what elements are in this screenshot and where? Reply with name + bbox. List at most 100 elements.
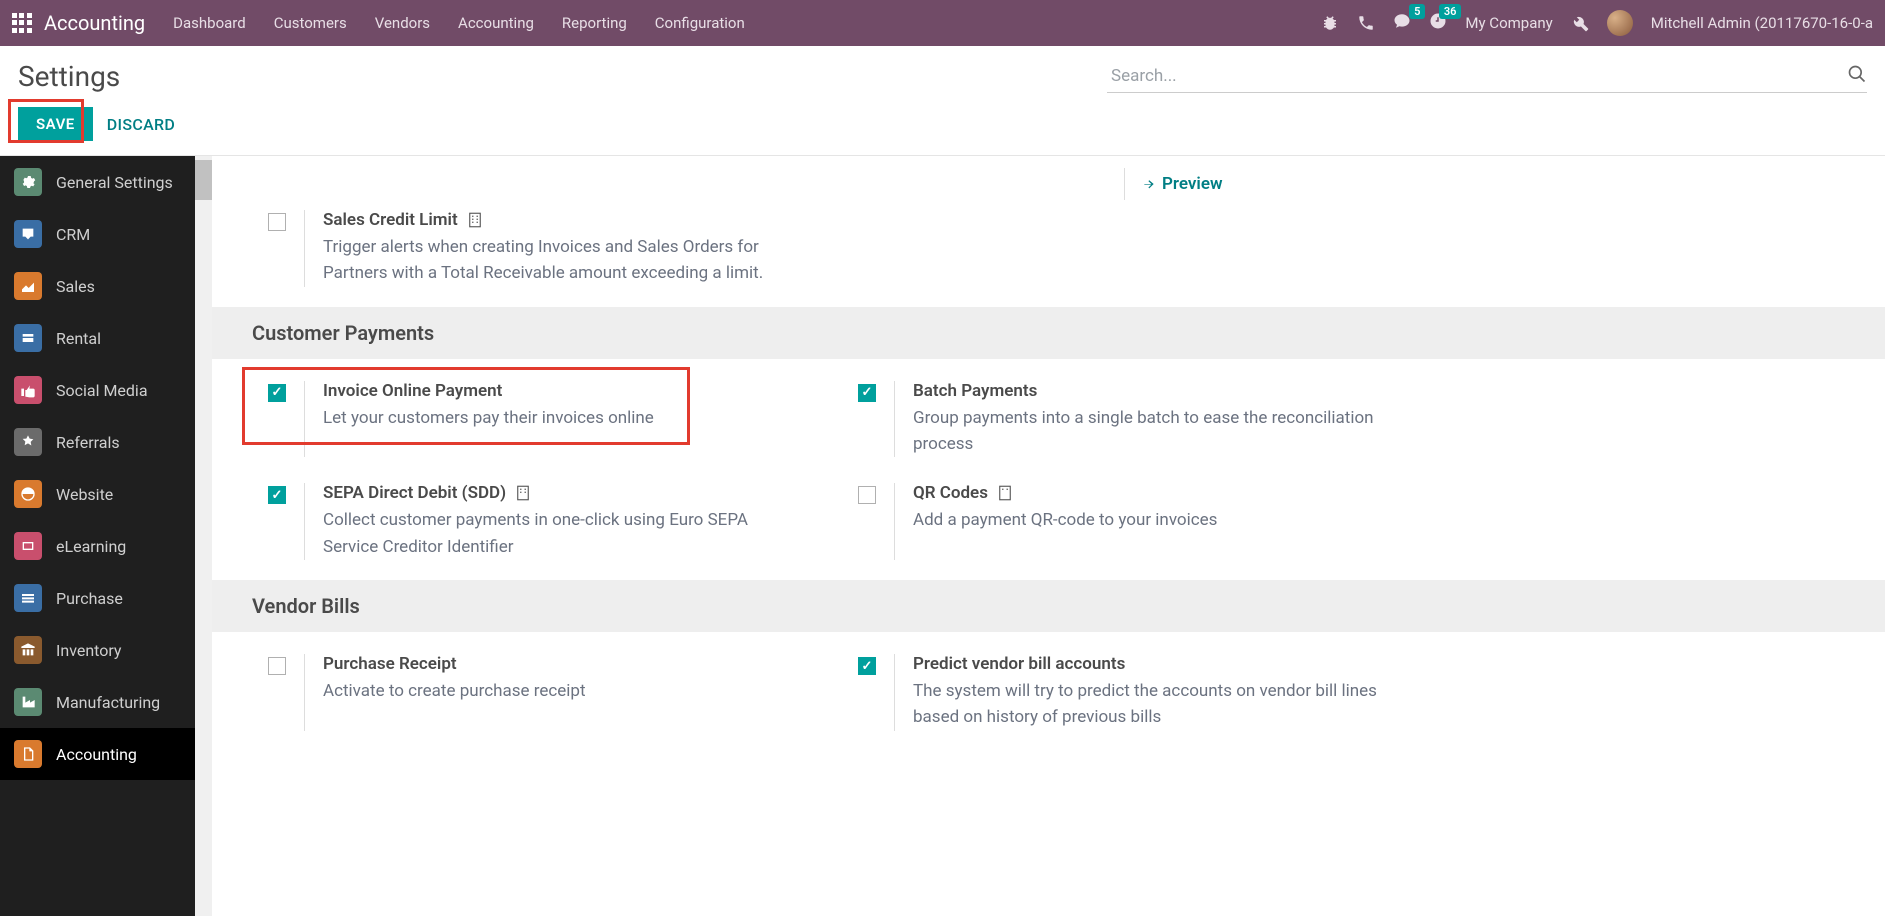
preview-label: Preview: [1162, 174, 1223, 194]
sidebar-item-label: eLearning: [56, 537, 126, 556]
menu-customers[interactable]: Customers: [274, 14, 347, 32]
phone-icon[interactable]: [1357, 14, 1375, 32]
setting-predict: Predict vendor bill accounts The system …: [858, 654, 1448, 731]
clock-icon[interactable]: 36: [1429, 12, 1447, 34]
sidebar-icon: [14, 480, 42, 508]
desc-batch-payments: Group payments into a single batch to ea…: [913, 405, 1433, 458]
sidebar-icon: [14, 168, 42, 196]
search-icon[interactable]: [1847, 64, 1867, 84]
sidebar-item-label: CRM: [56, 225, 90, 244]
desc-sales-credit-limit: Trigger alerts when creating Invoices an…: [323, 234, 803, 287]
building-icon: [514, 484, 532, 502]
building-icon: [466, 211, 484, 229]
title-predict: Predict vendor bill accounts: [913, 654, 1125, 674]
messages-icon[interactable]: 5: [1393, 12, 1411, 34]
sub-header: Settings SAVE DISCARD: [0, 46, 1885, 141]
sidebar-item-label: Purchase: [56, 589, 123, 608]
avatar[interactable]: [1607, 10, 1633, 36]
section-vendor-bills: Vendor Bills: [212, 580, 1885, 632]
topnav-right: 5 36 My Company Mitchell Admin (20117670…: [1321, 10, 1873, 36]
sidebar-icon: [14, 428, 42, 456]
sidebar-item-label: Sales: [56, 277, 95, 296]
sidebar-icon: [14, 688, 42, 716]
main: General Settings CRM Sales Rental Social Med…: [0, 155, 1885, 916]
setting-sales-credit-limit: Sales Credit Limit Trigger alerts when c…: [268, 210, 858, 287]
sidebar-item-referrals[interactable]: Referrals: [0, 416, 212, 468]
brand-label[interactable]: Accounting: [44, 11, 145, 35]
sidebar-icon: [14, 740, 42, 768]
sidebar-item-elearning[interactable]: eLearning: [0, 520, 212, 572]
desc-invoice-online: Let your customers pay their invoices on…: [323, 405, 654, 431]
sidebar-item-crm[interactable]: CRM: [0, 208, 212, 260]
checkbox-purchase-receipt[interactable]: [268, 657, 286, 675]
sidebar-item-rental[interactable]: Rental: [0, 312, 212, 364]
bug-icon[interactable]: [1321, 14, 1339, 32]
title-sepa: SEPA Direct Debit (SDD): [323, 483, 506, 503]
menu-vendors[interactable]: Vendors: [375, 14, 430, 32]
setting-purchase-receipt: Purchase Receipt Activate to create purc…: [268, 654, 858, 731]
topnav-menu: Dashboard Customers Vendors Accounting R…: [173, 14, 745, 32]
sidebar-icon: [14, 220, 42, 248]
checkbox-sepa[interactable]: [268, 486, 286, 504]
title-purchase-receipt: Purchase Receipt: [323, 654, 457, 674]
sidebar-item-website[interactable]: Website: [0, 468, 212, 520]
sidebar: General Settings CRM Sales Rental Social Med…: [0, 156, 212, 916]
setting-invoice-online: Invoice Online Payment Let your customer…: [268, 381, 858, 458]
menu-configuration[interactable]: Configuration: [655, 14, 745, 32]
search-input[interactable]: [1107, 60, 1867, 93]
title-qr: QR Codes: [913, 483, 988, 503]
desc-sepa: Collect customer payments in one-click u…: [323, 507, 803, 560]
sidebar-item-label: Rental: [56, 329, 101, 348]
checkbox-invoice-online[interactable]: [268, 384, 286, 402]
sidebar-icon: [14, 272, 42, 300]
preview-link[interactable]: Preview: [1142, 174, 1223, 194]
menu-dashboard[interactable]: Dashboard: [173, 14, 246, 32]
sidebar-item-general-settings[interactable]: General Settings: [0, 156, 212, 208]
sidebar-item-social-media[interactable]: Social Media: [0, 364, 212, 416]
sidebar-item-inventory[interactable]: Inventory: [0, 624, 212, 676]
title-sales-credit-limit: Sales Credit Limit: [323, 210, 458, 230]
top-nav: Accounting Dashboard Customers Vendors A…: [0, 0, 1885, 46]
sidebar-item-label: Referrals: [56, 433, 120, 452]
save-button[interactable]: SAVE: [18, 107, 93, 141]
sidebar-item-label: Social Media: [56, 381, 148, 400]
sidebar-item-label: Manufacturing: [56, 693, 160, 712]
sidebar-item-label: Website: [56, 485, 113, 504]
messages-count: 5: [1409, 4, 1425, 19]
sidebar-item-label: Inventory: [56, 641, 122, 660]
sidebar-icon: [14, 584, 42, 612]
sidebar-item-manufacturing[interactable]: Manufacturing: [0, 676, 212, 728]
sidebar-item-sales[interactable]: Sales: [0, 260, 212, 312]
search-wrap: [1107, 60, 1867, 93]
sidebar-scrollbar[interactable]: [195, 156, 212, 916]
clock-count: 36: [1439, 4, 1462, 19]
menu-accounting[interactable]: Accounting: [458, 14, 534, 32]
company-label[interactable]: My Company: [1465, 14, 1552, 32]
desc-predict: The system will try to predict the accou…: [913, 678, 1413, 731]
tools-icon[interactable]: [1571, 14, 1589, 32]
apps-icon[interactable]: [12, 13, 32, 33]
section-customer-payments: Customer Payments: [212, 307, 1885, 359]
checkbox-predict[interactable]: [858, 657, 876, 675]
title-batch-payments: Batch Payments: [913, 381, 1037, 401]
checkbox-sales-credit-limit[interactable]: [268, 213, 286, 231]
menu-reporting[interactable]: Reporting: [562, 14, 627, 32]
setting-batch-payments: Batch Payments Group payments into a sin…: [858, 381, 1448, 458]
setting-qr: QR Codes Add a payment QR-code to your i…: [858, 483, 1448, 560]
desc-purchase-receipt: Activate to create purchase receipt: [323, 678, 586, 704]
page-title: Settings: [18, 60, 120, 93]
building-icon: [996, 484, 1014, 502]
desc-qr: Add a payment QR-code to your invoices: [913, 507, 1217, 533]
user-label[interactable]: Mitchell Admin (20117670-16-0-a: [1651, 14, 1873, 32]
sidebar-icon: [14, 324, 42, 352]
sidebar-item-accounting[interactable]: Accounting: [0, 728, 212, 780]
sidebar-item-purchase[interactable]: Purchase: [0, 572, 212, 624]
sidebar-icon: [14, 376, 42, 404]
discard-button[interactable]: DISCARD: [107, 115, 175, 134]
sidebar-icon: [14, 636, 42, 664]
checkbox-qr[interactable]: [858, 486, 876, 504]
checkbox-batch-payments[interactable]: [858, 384, 876, 402]
sidebar-item-label: General Settings: [56, 173, 173, 192]
sidebar-icon: [14, 532, 42, 560]
sidebar-item-label: Accounting: [56, 745, 137, 764]
